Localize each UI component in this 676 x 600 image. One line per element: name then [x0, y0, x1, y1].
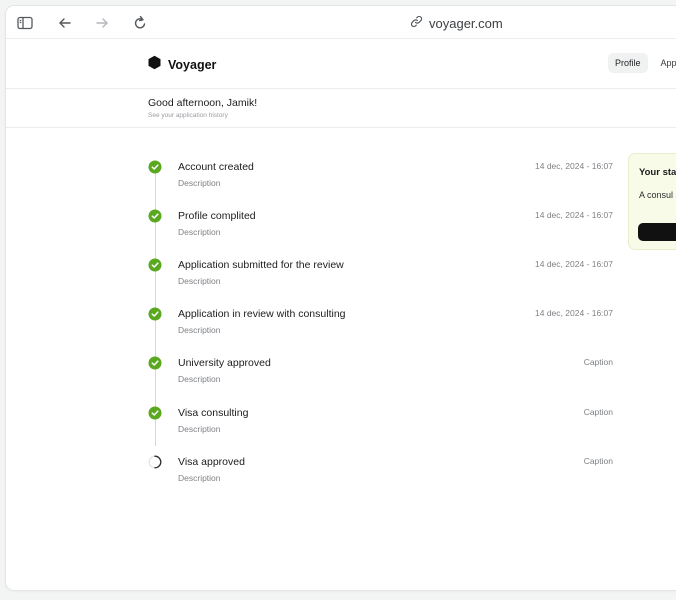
top-nav: Profile App [608, 53, 676, 73]
timeline-item-date: 14 dec, 2024 - 16:07 [535, 161, 613, 171]
timeline-item-title: Application in review with consulting [178, 308, 346, 320]
timeline-item-title: University approved [178, 357, 271, 369]
timeline-item-date: 14 dec, 2024 - 16:07 [535, 308, 613, 318]
greeting-section: Good afternoon, Jamik! See your applicat… [6, 89, 676, 128]
browser-window: voyager.com Voyager Profile App Good aft… [6, 6, 676, 590]
check-circle-icon [148, 356, 162, 370]
nav-item-profile[interactable]: Profile [608, 53, 648, 73]
loading-spinner-icon [148, 455, 162, 469]
timeline-item-caption: Caption [583, 407, 613, 417]
timeline-item-caption: Caption [583, 357, 613, 367]
greeting-subtitle: See your application history [148, 112, 228, 119]
timeline-item-caption: Caption [583, 456, 613, 466]
back-arrow-icon[interactable] [56, 14, 74, 32]
browser-toolbar: voyager.com [6, 6, 676, 39]
check-circle-icon [148, 307, 162, 321]
timeline-item[interactable]: Visa approved Description Caption [148, 453, 618, 493]
status-card-button[interactable] [638, 223, 676, 241]
timeline-item[interactable]: Visa consulting Description Caption [148, 404, 618, 444]
sidebar-toggle-icon[interactable] [16, 14, 34, 32]
check-circle-icon [148, 258, 162, 272]
timeline-item-description: Description [178, 227, 221, 237]
link-icon [410, 15, 423, 31]
timeline-item-description: Description [178, 374, 221, 384]
hexagon-logo-icon [147, 55, 162, 75]
timeline-item-description: Description [178, 276, 221, 286]
check-circle-icon [148, 160, 162, 174]
timeline-item[interactable]: University approved Description Caption [148, 354, 618, 394]
nav-item-applications[interactable]: App [654, 53, 676, 73]
timeline-item[interactable]: Application submitted for the review Des… [148, 256, 618, 296]
reload-icon[interactable] [131, 14, 149, 32]
url-text: voyager.com [429, 15, 503, 31]
check-circle-icon [148, 406, 162, 420]
timeline-item-description: Description [178, 424, 221, 434]
status-card-text: A consul and infor [639, 190, 676, 200]
greeting-title: Good afternoon, Jamik! [148, 97, 258, 109]
timeline-item-title: Application submitted for the review [178, 259, 344, 271]
timeline-item-title: Visa approved [178, 456, 245, 468]
status-card: Your sta A consul and infor [628, 153, 676, 250]
timeline-item-title: Visa consulting [178, 407, 249, 419]
app-header: Voyager Profile App [6, 39, 676, 89]
timeline-item-title: Account created [178, 161, 254, 173]
timeline-item-description: Description [178, 473, 221, 483]
timeline-item[interactable]: Account created Description 14 dec, 2024… [148, 158, 618, 198]
check-circle-icon [148, 209, 162, 223]
brand-logo[interactable]: Voyager [147, 55, 216, 75]
timeline-item-description: Description [178, 325, 221, 335]
timeline-item-description: Description [178, 178, 221, 188]
brand-name: Voyager [168, 58, 217, 72]
timeline-item-date: 14 dec, 2024 - 16:07 [535, 259, 613, 269]
timeline-item-date: 14 dec, 2024 - 16:07 [535, 210, 613, 220]
status-card-title: Your sta [639, 167, 676, 178]
forward-arrow-icon[interactable] [93, 14, 111, 32]
timeline-item[interactable]: Application in review with consulting De… [148, 305, 618, 345]
timeline-item[interactable]: Profile complited Description 14 dec, 20… [148, 207, 618, 247]
address-bar[interactable]: voyager.com [410, 14, 503, 32]
timeline-item-title: Profile complited [178, 210, 256, 222]
